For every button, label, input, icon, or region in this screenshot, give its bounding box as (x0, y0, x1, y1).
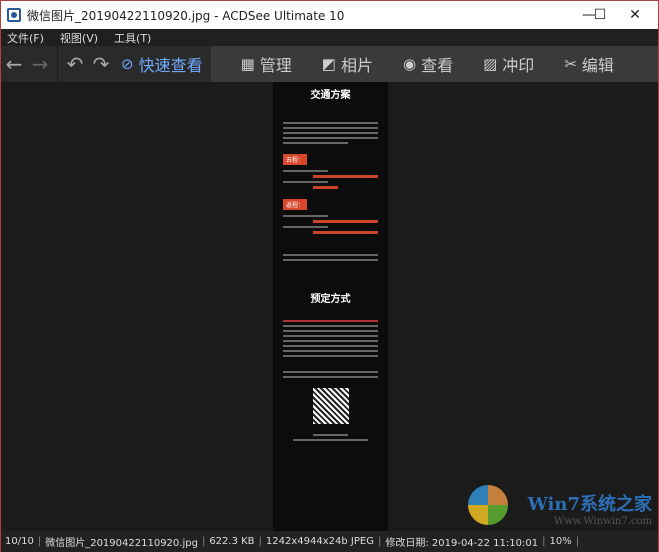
displayed-image: 交通方案 去程： 返程： 预定方式 (273, 82, 388, 531)
status-bar: 10/10 | 微信图片_20190422110920.jpg | 622.3 KB… (1, 531, 658, 552)
divider (57, 46, 58, 82)
image-heading-transport: 交通方案 (310, 90, 351, 101)
image-tag-return: 返程： (283, 199, 308, 210)
file-size: 622.3 KB (209, 536, 255, 547)
eye-icon: ◉ (403, 55, 417, 73)
app-icon (7, 8, 21, 22)
edit-tools-icon: ✂ (564, 55, 577, 73)
tab-quick-view[interactable]: ⊘ 快速查看 (113, 46, 211, 82)
quick-view-icon: ⊘ (121, 55, 134, 73)
tab-label: 查看 (421, 56, 454, 75)
tab-label: 快速查看 (138, 56, 203, 75)
tab-edit[interactable]: ✂ 编辑 (564, 52, 614, 76)
rotate-right-icon[interactable]: ↷ (88, 52, 114, 76)
grid-icon: ▦ (240, 55, 255, 73)
window-title: 微信图片_20190422110920.jpg - ACDSee Ultimat… (27, 8, 345, 23)
image-dimensions: 1242x4944x24b JPEG (265, 536, 374, 547)
image-tag-outbound: 去程： (283, 154, 308, 165)
mode-tabs: ⊘ 快速查看 ▦ 管理 ◩ 相片 ◉ 查看 ▨ 冲印 ✂ 编辑 (113, 46, 658, 82)
tab-photos[interactable]: ◩ 相片 (322, 52, 373, 76)
menu-view[interactable]: 视图(V) (60, 30, 98, 46)
tab-manage[interactable]: ▦ 管理 (241, 52, 292, 76)
toolbar: ← → ↶ ↷ ⊘ 快速查看 ▦ 管理 ◩ 相片 ◉ 查看 ▨ 冲印 ✂ 编辑 (1, 46, 658, 82)
tab-label: 管理 (259, 56, 292, 75)
menu-bar: 文件(F) 视图(V) 工具(T) (1, 29, 658, 46)
modified-date: 修改日期: 2019-04-22 11:10:01 (385, 538, 539, 549)
qr-code (312, 388, 349, 424)
tab-label: 编辑 (581, 56, 614, 75)
menu-file[interactable]: 文件(F) (7, 30, 44, 46)
file-name: 微信图片_20190422110920.jpg (45, 538, 198, 549)
photos-icon: ◩ (321, 55, 336, 73)
tab-view[interactable]: ◉ 查看 (403, 52, 453, 76)
title-bar: 微信图片_20190422110920.jpg - ACDSee Ultimat… (1, 1, 658, 29)
watermark-logo: Win7系统之家 (527, 494, 652, 515)
tab-label: 冲印 (502, 56, 535, 75)
image-viewer[interactable]: 交通方案 去程： 返程： 预定方式 Win7系统之家 Www.Winwin7.c… (1, 82, 658, 531)
back-arrow-icon[interactable]: ← (1, 52, 27, 76)
forward-arrow-icon[interactable]: → (27, 52, 53, 76)
watermark-url: Www.Winwin7.com (554, 516, 652, 527)
tab-label: 相片 (340, 56, 373, 75)
close-button[interactable]: ✕ (612, 1, 658, 29)
image-heading-booking: 预定方式 (310, 294, 351, 305)
rotate-left-icon[interactable]: ↶ (62, 52, 88, 76)
menu-tools[interactable]: 工具(T) (114, 30, 151, 46)
windows-logo (468, 485, 508, 525)
zoom-level[interactable]: 10% (549, 536, 571, 547)
develop-icon: ▨ (483, 55, 498, 73)
tab-develop[interactable]: ▨ 冲印 (483, 52, 534, 76)
watermark: Win7系统之家 Www.Winwin7.com (528, 490, 652, 527)
image-index: 10/10 (5, 536, 34, 547)
